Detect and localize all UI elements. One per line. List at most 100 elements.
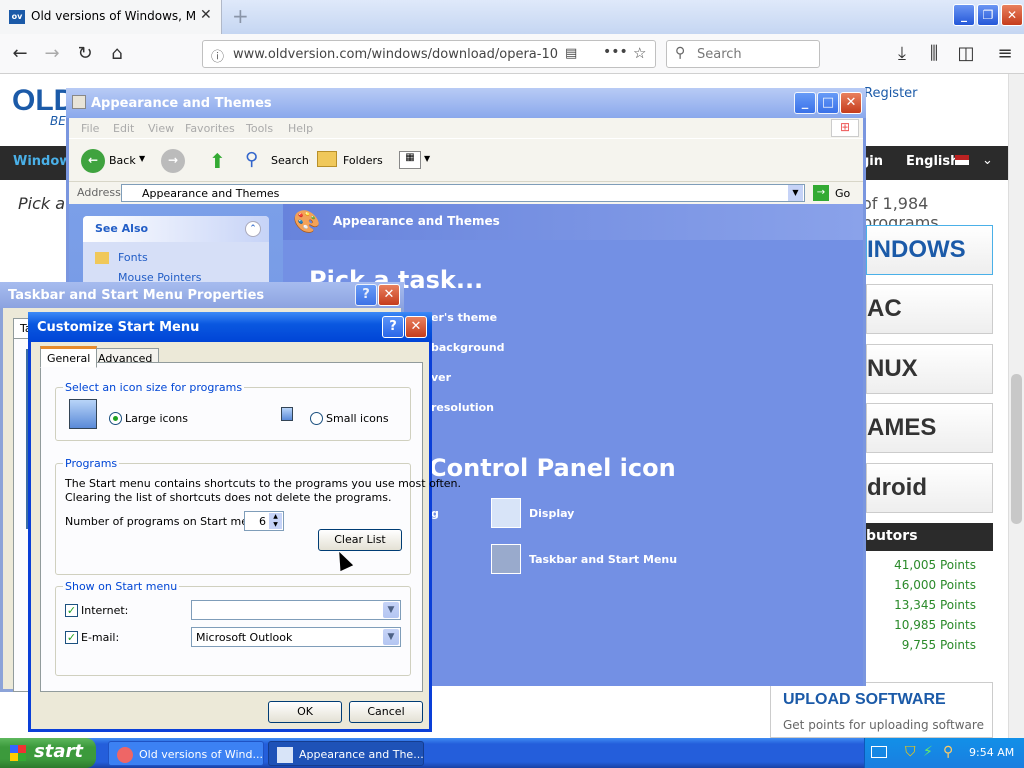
menu-favorites[interactable]: Favorites [185,122,235,135]
network-icon[interactable]: ⚡ [923,744,933,760]
see-also-header[interactable]: See Also [83,216,269,242]
maximize-button[interactable]: □ [817,92,839,114]
search-icon[interactable]: ⚲ [943,744,953,760]
cp-icon-label[interactable]: g [431,507,439,520]
page-scrollbar[interactable] [1008,74,1024,738]
folders-button[interactable]: Folders [343,154,383,167]
close-window-button[interactable]: ✕ [1001,4,1023,26]
os-button-mac[interactable]: AC [866,284,993,334]
email-checkbox[interactable]: ✓ [65,631,78,644]
close-button[interactable]: ✕ [840,92,862,114]
bookmark-star-icon[interactable]: ☆ [633,44,646,62]
task-link[interactable]: resolution [431,401,494,414]
info-icon[interactable]: ⓘ [211,46,224,65]
chevron-down-icon[interactable]: ▼ [383,629,399,645]
os-button-games[interactable]: AMES [866,403,993,453]
nav-language[interactable]: English [906,154,959,169]
see-also-fonts[interactable]: Fonts [118,251,148,264]
email-label[interactable]: E-mail: [81,631,119,644]
upload-software-box[interactable]: UPLOAD SOFTWARE Get points for uploading… [770,682,993,738]
close-tab-icon[interactable]: ✕ [200,7,212,23]
back-arrow-icon[interactable]: ← [81,149,105,173]
search-input[interactable]: ⚲ Search [666,40,820,68]
chevron-down-icon[interactable]: ▼ [788,185,803,201]
clock[interactable]: 9:54 AM [969,746,1014,759]
browser-tab[interactable]: ov Old versions of Windows, Mac and ✕ [0,0,222,34]
ok-button[interactable]: OK [268,701,342,723]
start-button[interactable]: start [0,738,96,768]
taskbar-item-firefox[interactable]: Old versions of Wind... [108,741,264,766]
forward-arrow-icon[interactable]: → [161,149,185,173]
num-programs-stepper[interactable]: 6 ▲ ▼ [244,511,284,531]
minimize-button[interactable]: _ [794,92,816,114]
views-icon[interactable]: ▦ [399,151,421,169]
library-icon[interactable]: ⫼ [922,42,946,66]
taskbar-item-appearance[interactable]: Appearance and The... [268,741,424,766]
email-select[interactable]: Microsoft Outlook ▼ [191,627,401,647]
go-arrow-icon[interactable]: → [813,185,829,201]
page-actions-icon[interactable]: ••• [603,44,628,60]
new-tab-button[interactable]: + [232,4,249,28]
register-link[interactable]: Register [864,86,918,101]
reader-view-icon[interactable]: ▤ [565,46,577,61]
task-link[interactable]: ver [431,371,451,384]
chevron-down-icon[interactable]: ▼ [424,154,430,163]
forward-icon[interactable]: → [40,42,64,66]
maximize-button[interactable]: ❐ [977,4,999,26]
large-icons-radio[interactable] [109,412,122,425]
downloads-icon[interactable]: ⤓ [890,42,914,66]
explorer-title-bar[interactable]: Appearance and Themes _ □ ✕ [66,88,866,118]
internet-label[interactable]: Internet: [81,604,128,617]
taskbar-start-menu-link[interactable]: Taskbar and Start Menu [529,553,677,566]
collapse-icon[interactable]: ⌃ [245,221,261,237]
search-icon[interactable]: ⚲ [245,149,258,170]
os-button-android[interactable]: droid [866,463,993,513]
os-button-linux[interactable]: NUX [866,344,993,394]
clear-list-button[interactable]: Clear List [318,529,402,551]
customize-title-bar[interactable]: Customize Start Menu ? ✕ [28,312,432,342]
task-link[interactable]: er's theme [431,311,497,324]
help-button[interactable]: ? [355,284,377,306]
display-icon[interactable] [491,498,521,528]
menu-help[interactable]: Help [288,122,313,135]
internet-checkbox[interactable]: ✓ [65,604,78,617]
close-button[interactable]: ✕ [405,316,427,338]
chevron-down-icon[interactable]: ▼ [383,602,399,618]
os-button-windows[interactable]: INDOWS [866,225,993,275]
taskbar-properties-title-bar[interactable]: Taskbar and Start Menu Properties ? ✕ [0,282,404,308]
back-button[interactable]: Back [109,154,136,167]
url-bar[interactable]: ⓘ www.oldversion.com/windows/download/op… [202,40,656,68]
menu-file[interactable]: File [81,122,99,135]
menu-icon[interactable]: ≡ [993,42,1017,66]
internet-select[interactable]: ▼ [191,600,401,620]
chevron-down-icon[interactable]: ⌄ [982,153,993,168]
shield-icon[interactable]: ⛉ [905,744,916,760]
address-input[interactable]: Appearance and Themes ▼ [121,184,805,202]
scrollbar-thumb[interactable] [1011,374,1022,524]
taskbar-icon[interactable] [491,544,521,574]
up-folder-icon[interactable]: ⬆ [209,149,226,173]
spin-down-icon[interactable]: ▼ [269,521,282,529]
menu-edit[interactable]: Edit [113,122,134,135]
folders-icon[interactable] [317,151,337,167]
chevron-down-icon[interactable]: ▼ [139,154,145,163]
close-button[interactable]: ✕ [378,284,400,306]
tab-general[interactable]: General [40,346,98,368]
minimize-button[interactable]: _ [953,4,975,26]
large-icons-label[interactable]: Large icons [125,412,188,425]
keyboard-icon[interactable] [871,746,887,758]
sidebar-icon[interactable]: ◫ [954,42,978,66]
back-icon[interactable]: ← [8,42,32,66]
cancel-button[interactable]: Cancel [349,701,423,723]
task-link[interactable]: background [431,341,505,354]
go-button[interactable]: Go [835,187,850,200]
menu-view[interactable]: View [148,122,174,135]
display-link[interactable]: Display [529,507,574,520]
reload-icon[interactable]: ↻ [73,42,97,66]
search-button[interactable]: Search [271,154,309,167]
spin-up-icon[interactable]: ▲ [269,513,282,521]
small-icons-label[interactable]: Small icons [326,412,389,425]
help-button[interactable]: ? [382,316,404,338]
home-icon[interactable]: ⌂ [105,42,129,66]
menu-tools[interactable]: Tools [246,122,273,135]
